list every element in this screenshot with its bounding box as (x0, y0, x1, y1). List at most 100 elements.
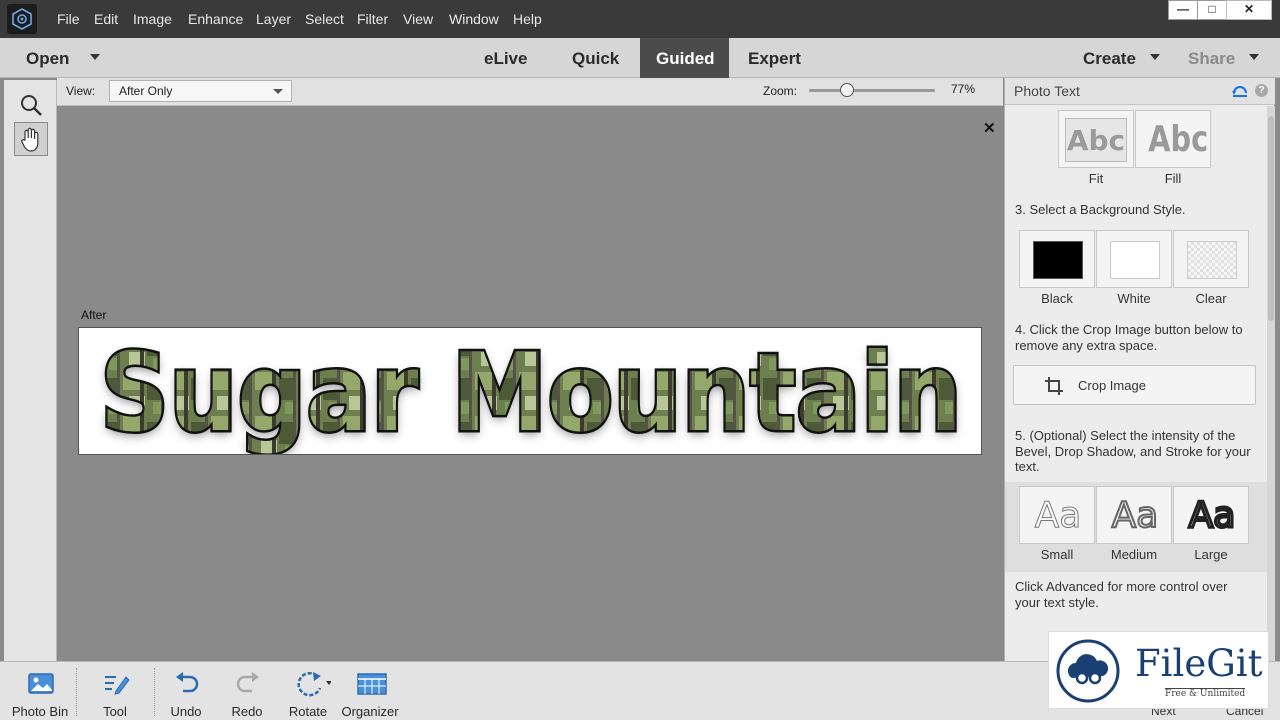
medium-glyph-icon: Aa (1111, 494, 1160, 537)
organizer-button[interactable]: Organizer (335, 662, 405, 720)
background-white-option[interactable] (1096, 230, 1172, 288)
step5-text-line2: Bevel, Drop Shadow, and Stroke for your (1015, 444, 1251, 459)
photo-text-artwork: Sugar Mountain Sugar Mountain (98, 329, 965, 455)
zoom-value: 77% (951, 82, 976, 96)
guided-panel: Photo Text ? Abc Fit Abc Fill 3. Select … (1004, 78, 1275, 661)
chevron-down-icon (273, 89, 283, 94)
menu-window[interactable]: Window (449, 11, 499, 27)
zoom-slider-thumb[interactable] (839, 83, 854, 97)
fit-option[interactable]: Abc (1058, 110, 1134, 168)
crop-image-label: Crop Image (1078, 378, 1146, 393)
undo-label: Undo (170, 704, 202, 719)
close-icon[interactable]: ✕ (983, 119, 996, 137)
step5-text-line1: 5. (Optional) Select the intensity of th… (1015, 428, 1236, 443)
fill-option[interactable]: Abc (1135, 110, 1211, 168)
black-swatch (1033, 241, 1083, 279)
advanced-text-line2: your text style. (1015, 595, 1099, 610)
fill-glyph-icon: Abc (1148, 119, 1209, 160)
maximize-button[interactable]: □ (1197, 0, 1227, 20)
share-dropdown-icon[interactable] (1249, 54, 1259, 60)
menu-filter[interactable]: Filter (357, 11, 388, 27)
separator (76, 668, 77, 716)
view-select-value: After Only (119, 84, 173, 98)
help-icon[interactable]: ? (1255, 84, 1268, 97)
tab-elive[interactable]: eLive (484, 49, 527, 69)
menu-layer[interactable]: Layer (256, 11, 291, 27)
filegit-watermark: FileGit Free & Unlimited (1048, 631, 1269, 709)
undo-button[interactable]: Undo (151, 662, 221, 720)
crop-icon (1045, 377, 1063, 395)
panel-scroll-thumb[interactable] (1268, 116, 1274, 321)
organizer-icon (357, 673, 387, 695)
zoom-slider[interactable] (809, 83, 935, 97)
rotate-button[interactable]: Rotate (273, 662, 343, 720)
menu-file[interactable]: File (57, 11, 80, 27)
reset-icon[interactable] (1231, 83, 1249, 99)
rotate-label: Rotate (288, 704, 328, 719)
organizer-label: Organizer (341, 704, 399, 719)
panel-header: Photo Text ? (1005, 78, 1275, 105)
photo-text-image[interactable]: Sugar Mountain Sugar Mountain (78, 327, 982, 455)
svg-text:Sugar Mountain: Sugar Mountain (100, 331, 962, 454)
photo-bin-button[interactable]: Photo Bin (5, 662, 75, 720)
magnifier-icon (21, 95, 42, 116)
undo-icon (176, 672, 199, 693)
redo-button[interactable]: Redo (212, 662, 282, 720)
tool-options-button[interactable]: Tool Options (80, 662, 150, 720)
redo-icon (236, 672, 259, 693)
white-swatch (1110, 241, 1160, 279)
tab-expert[interactable]: Expert (748, 49, 801, 69)
menu-help[interactable]: Help (513, 11, 542, 27)
minimize-button[interactable]: — (1168, 0, 1198, 20)
rotate-icon (297, 671, 331, 697)
close-window-button[interactable]: ✕ (1226, 0, 1272, 20)
fit-label: Fit (1088, 171, 1104, 186)
crop-image-button[interactable]: Crop Image (1013, 365, 1256, 405)
view-options-bar: View: After Only Zoom: 77% (57, 78, 1003, 106)
intensity-small-option[interactable]: Aa (1019, 486, 1095, 544)
step3-text: 3. Select a Background Style. (1015, 202, 1186, 217)
watermark-tagline: Free & Unlimited (1165, 688, 1246, 699)
canvas-area[interactable]: ✕ After Sugar Mountain Sugar Mountain (57, 107, 1003, 661)
menu-select[interactable]: Select (305, 11, 344, 27)
background-black-option[interactable] (1019, 230, 1095, 288)
background-clear-label: Clear (1195, 291, 1227, 306)
background-clear-option[interactable] (1173, 230, 1249, 288)
zoom-tool-button[interactable] (14, 88, 48, 122)
share-button[interactable]: Share (1188, 49, 1235, 69)
open-button[interactable]: Open (26, 49, 69, 69)
open-dropdown-icon[interactable] (90, 54, 100, 60)
intensity-large-option[interactable]: Aa (1173, 486, 1249, 544)
tab-guided[interactable]: Guided (656, 49, 715, 69)
background-black-label: Black (1041, 291, 1073, 306)
hand-icon (21, 127, 39, 152)
tool-options-label: Tool Options (93, 704, 138, 720)
step4-text-line1: 4. Click the Crop Image button below to (1015, 322, 1243, 337)
tab-quick[interactable]: Quick (572, 49, 619, 69)
watermark-brand: FileGit (1135, 642, 1263, 685)
view-label: View: (66, 84, 96, 98)
create-dropdown-icon[interactable] (1150, 54, 1160, 60)
menu-edit[interactable]: Edit (94, 11, 118, 27)
background-white-label: White (1117, 291, 1151, 306)
app-logo-icon[interactable] (7, 4, 37, 34)
step4-text-line2: remove any extra space. (1015, 338, 1158, 353)
view-select[interactable]: After Only (109, 80, 292, 102)
small-glyph-icon: Aa (1034, 495, 1082, 537)
advanced-text-line1: Click Advanced for more control over (1015, 579, 1228, 594)
tool-options-icon (105, 676, 130, 695)
panel-scrollbar[interactable] (1267, 106, 1275, 661)
intensity-small-label: Small (1040, 547, 1074, 562)
redo-label: Redo (231, 704, 263, 719)
intensity-medium-option[interactable]: Aa (1096, 486, 1172, 544)
menu-enhance[interactable]: Enhance (188, 11, 243, 27)
hand-tool-button[interactable] (14, 122, 48, 156)
create-button[interactable]: Create (1083, 49, 1136, 69)
after-label: After (81, 308, 107, 322)
fill-label: Fill (1164, 171, 1182, 186)
menu-view[interactable]: View (403, 11, 433, 27)
menu-bar: File Edit Image Enhance Layer Select Fil… (0, 0, 1280, 38)
zoom-label: Zoom: (763, 84, 798, 98)
toolbox (4, 80, 57, 661)
menu-image[interactable]: Image (133, 11, 172, 27)
